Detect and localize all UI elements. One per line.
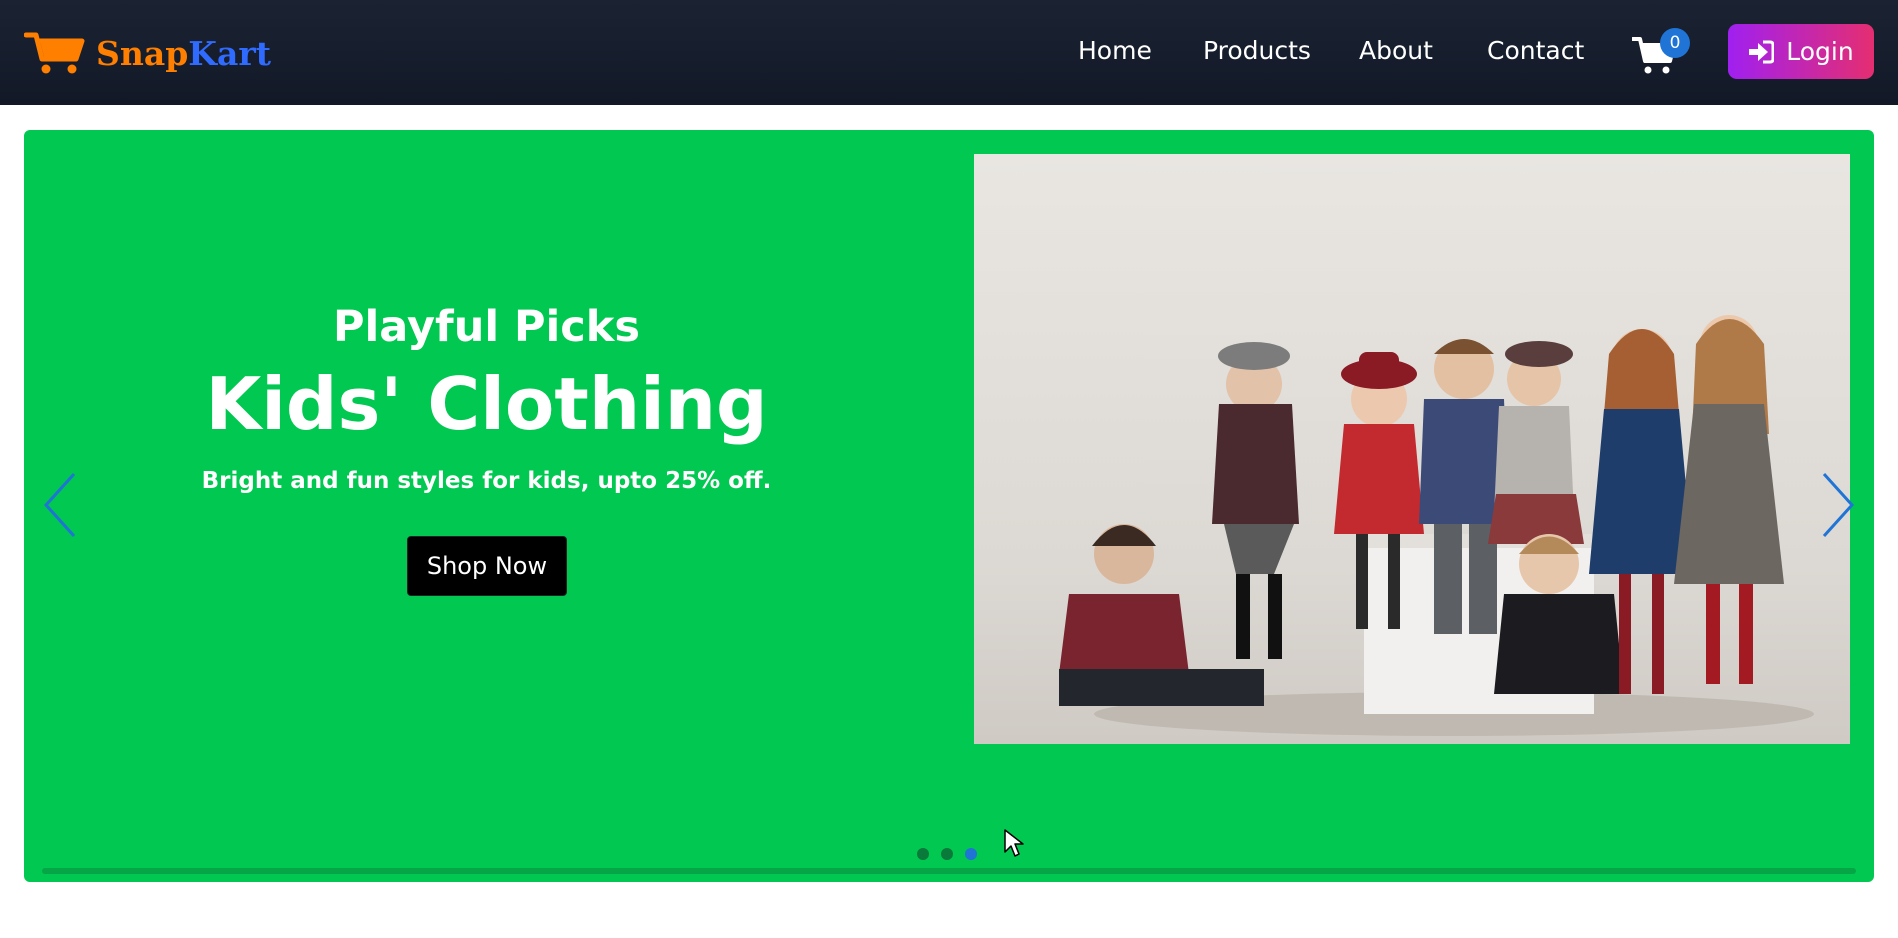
hero-title: Kids' Clothing xyxy=(205,362,768,446)
shopping-cart-icon xyxy=(24,32,85,74)
top-navbar: SnapKart Home Products About Contact 0 L… xyxy=(0,0,1898,105)
mouse-cursor-icon xyxy=(1004,829,1024,857)
carousel-progress-bar xyxy=(42,868,1856,874)
hero-subtitle: Playful Picks xyxy=(333,302,640,352)
carousel-indicators xyxy=(917,848,977,860)
carousel-dot-3[interactable] xyxy=(965,848,977,860)
brand-name-part2: Kart xyxy=(188,33,271,73)
hero-carousel: Playful Picks Kids' Clothing Bright and … xyxy=(24,130,1874,882)
brand-logo[interactable]: SnapKart xyxy=(24,28,271,78)
carousel-prev-arrow[interactable] xyxy=(40,470,80,540)
sign-in-icon xyxy=(1749,40,1775,63)
hero-text-panel: Playful Picks Kids' Clothing Bright and … xyxy=(24,130,949,882)
hero-description: Bright and fun styles for kids, upto 25%… xyxy=(201,468,772,494)
nav-link-home[interactable]: Home xyxy=(1078,36,1152,65)
carousel-next-arrow[interactable] xyxy=(1818,470,1858,540)
cart-button[interactable]: 0 xyxy=(1628,28,1690,78)
shop-now-button[interactable]: Shop Now xyxy=(407,536,567,596)
nav-link-contact[interactable]: Contact xyxy=(1487,36,1584,65)
nav-link-products[interactable]: Products xyxy=(1203,36,1311,65)
brand-name-part1: Snap xyxy=(96,33,189,73)
carousel-dot-1[interactable] xyxy=(917,848,929,860)
cart-count-badge: 0 xyxy=(1660,28,1690,58)
hero-image xyxy=(974,154,1850,744)
carousel-dot-2[interactable] xyxy=(941,848,953,860)
login-label: Login xyxy=(1786,37,1854,66)
brand-name: SnapKart xyxy=(96,34,271,73)
nav-link-about[interactable]: About xyxy=(1359,36,1433,65)
kids-group-photo xyxy=(1059,315,1814,736)
login-button[interactable]: Login xyxy=(1728,24,1874,79)
